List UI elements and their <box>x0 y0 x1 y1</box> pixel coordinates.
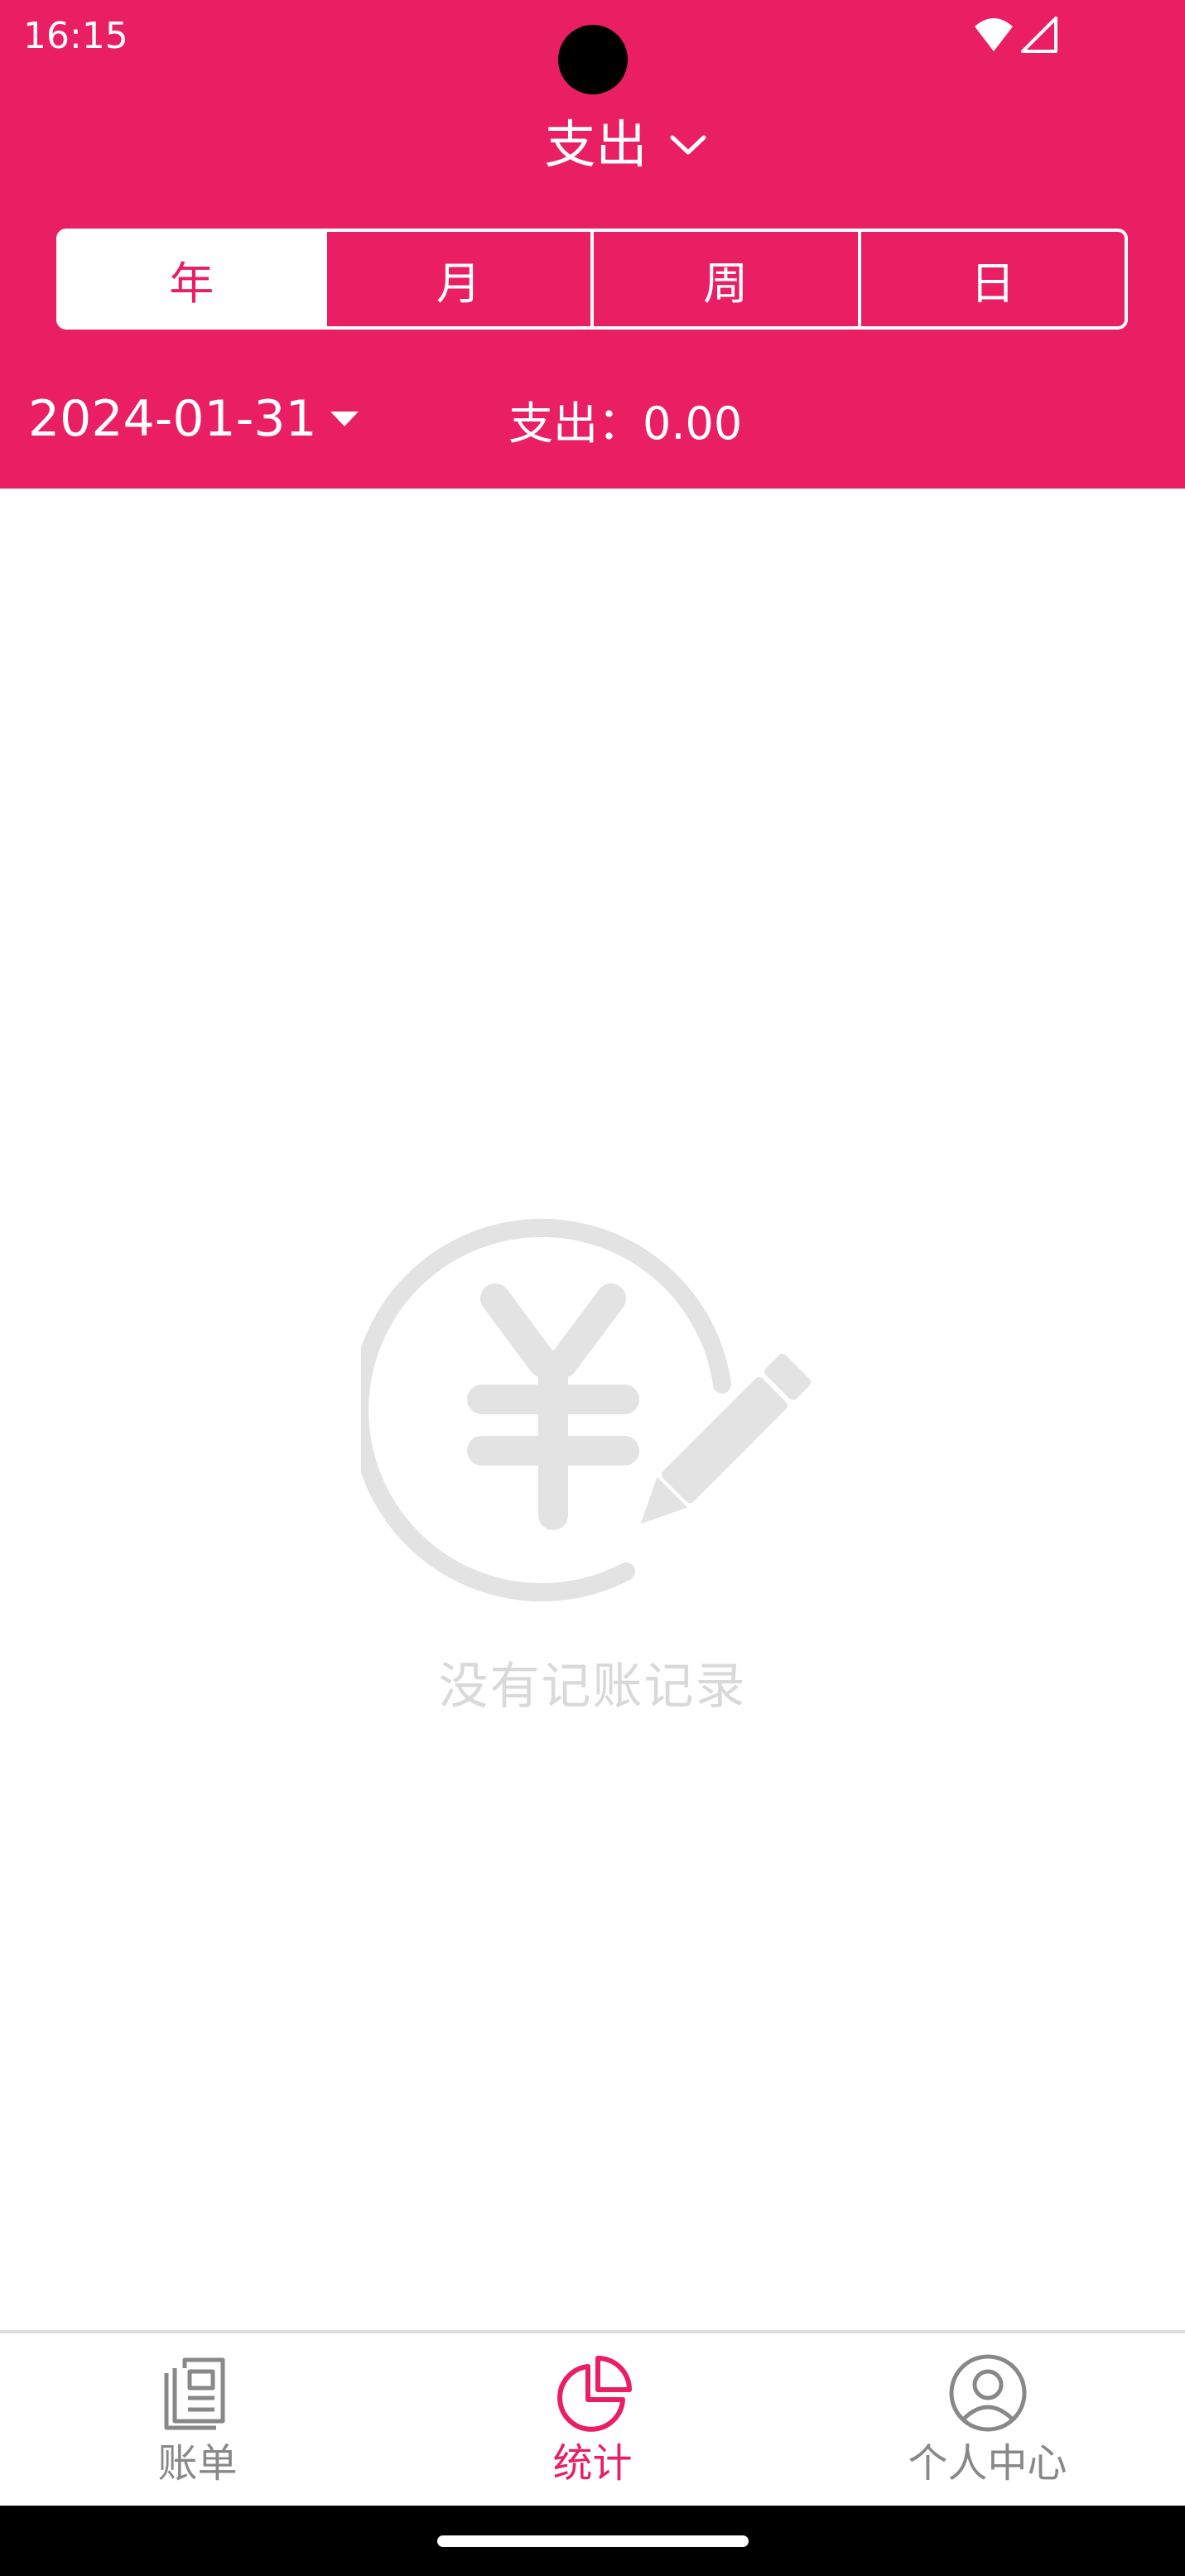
camera-cutout <box>558 25 628 94</box>
bottom-navigation: 账单 统计 个人中心 <box>0 2330 1185 2506</box>
segment-day[interactable]: 日 <box>857 232 1125 326</box>
statistics-screen: 16:15 支出 年 月 周 日 2024-01-31 支出：0.00 没有记账… <box>0 0 1185 2576</box>
segment-week[interactable]: 周 <box>590 232 858 326</box>
home-gesture-handle[interactable] <box>437 2535 749 2547</box>
system-gesture-bar <box>0 2506 1185 2576</box>
status-icons <box>975 17 1057 53</box>
caret-down-icon <box>330 412 359 426</box>
nav-label-profile: 个人中心 <box>908 2440 1067 2487</box>
empty-message: 没有记账记录 <box>438 1658 747 1716</box>
period-segmented-control: 年 月 周 日 <box>56 229 1128 330</box>
user-profile-icon <box>949 2354 1026 2432</box>
type-selector[interactable]: 支出 <box>478 99 706 190</box>
segment-month[interactable]: 月 <box>323 232 591 326</box>
info-row: 2024-01-31 支出：0.00 <box>0 378 1185 460</box>
nav-label-statistics: 统计 <box>552 2440 633 2487</box>
type-title: 支出 <box>544 114 648 175</box>
date-value: 2024-01-31 <box>28 390 317 448</box>
nav-item-bills[interactable]: 账单 <box>0 2333 395 2506</box>
header: 16:15 支出 年 月 周 日 2024-01-31 支出：0.00 <box>0 0 1185 489</box>
expense-summary: 支出：0.00 <box>508 397 743 450</box>
segment-year[interactable]: 年 <box>60 232 324 326</box>
pie-chart-icon <box>556 2356 632 2432</box>
status-time: 16:15 <box>23 15 128 57</box>
nav-item-profile[interactable]: 个人中心 <box>790 2333 1185 2506</box>
title-bar: 支出 <box>0 99 1185 190</box>
date-picker[interactable]: 2024-01-31 <box>28 378 360 460</box>
nav-item-statistics[interactable]: 统计 <box>395 2333 790 2506</box>
yuan-edit-icon <box>360 1219 811 1601</box>
wifi-icon <box>975 18 1013 51</box>
status-bar: 16:15 <box>0 0 1185 94</box>
cellular-signal-icon <box>1021 17 1057 53</box>
nav-label-bills: 账单 <box>157 2440 238 2487</box>
empty-state: 没有记账记录 <box>0 1209 1185 1718</box>
chevron-down-icon <box>670 135 706 155</box>
bill-list-icon <box>164 2357 224 2430</box>
